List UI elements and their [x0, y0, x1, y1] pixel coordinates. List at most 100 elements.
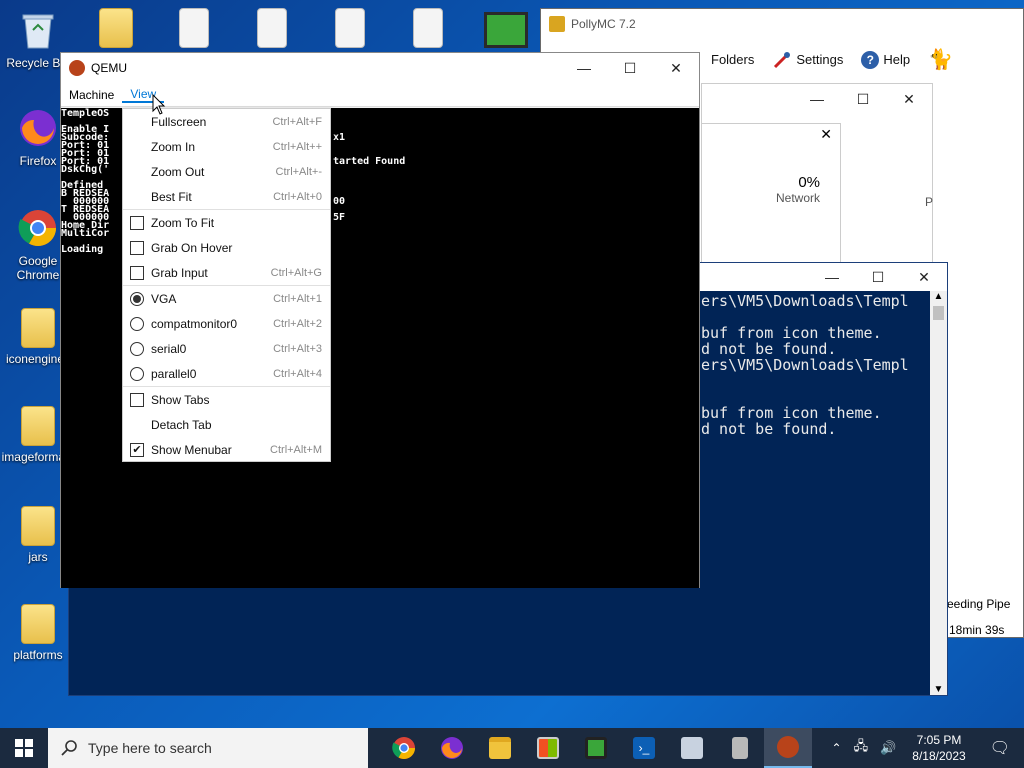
menu-item-label: serial0 [151, 341, 187, 356]
scroll-down-icon[interactable]: ▼ [930, 684, 947, 695]
menu-item-zoom-in[interactable]: Zoom In Ctrl+Alt++ [123, 134, 330, 159]
menu-item-shortcut: Ctrl+Alt+0 [273, 190, 322, 203]
menu-item-shortcut: Ctrl+Alt+M [270, 443, 322, 456]
notification-icon[interactable]: 🗨 [976, 738, 1024, 758]
menu-item-label: Grab Input [151, 265, 208, 280]
vm-console-line: Loading [61, 244, 110, 255]
menu-item-grab-input[interactable]: Grab Input Ctrl+Alt+G [123, 260, 330, 285]
taskbar-file-explorer[interactable] [476, 728, 524, 768]
menu-item-shortcut: Ctrl+Alt+- [275, 165, 322, 178]
taskbar-chrome[interactable] [380, 728, 428, 768]
menu-item-shortcut: Ctrl+Alt+G [270, 266, 322, 279]
menu-item-best-fit[interactable]: Best Fit Ctrl+Alt+0 [123, 184, 330, 209]
desktop-file-icon[interactable] [156, 8, 232, 52]
menu-indicator [123, 366, 151, 381]
network-tray-icon[interactable]: 🖧 [848, 737, 875, 759]
taskbar-search-box[interactable]: Type here to search [48, 728, 368, 768]
menu-item-shortcut: Ctrl+Alt++ [272, 140, 322, 153]
menu-item-label: Detach Tab [151, 417, 212, 432]
menu-item-vga[interactable]: VGA Ctrl+Alt+1 [123, 286, 330, 311]
menu-item-serial0[interactable]: serial0 Ctrl+Alt+3 [123, 336, 330, 361]
menu-item-zoom-out[interactable]: Zoom Out Ctrl+Alt+- [123, 159, 330, 184]
close-button[interactable]: ✕ [886, 84, 932, 114]
settings-button[interactable]: Settings [772, 50, 843, 70]
checkbox-icon [130, 265, 144, 280]
windows-icon [15, 739, 33, 757]
pollymc-title: PollyMC 7.2 [571, 17, 636, 31]
settings-file-icon [335, 8, 365, 48]
taskbar-powershell[interactable]: ›_ [620, 728, 668, 768]
volume-icon[interactable]: 🔊 [874, 740, 902, 756]
taskbar-qemu[interactable] [764, 728, 812, 768]
close-button[interactable]: ✕ [901, 262, 947, 292]
minimize-button[interactable]: — [809, 262, 855, 292]
recycle-bin-icon [16, 8, 60, 52]
settings-icon [774, 51, 791, 68]
clock[interactable]: 7:05 PM 8/18/2023 [902, 732, 975, 764]
help-label: Help [883, 52, 911, 67]
pollymc-icon [585, 737, 607, 759]
taskbar-pollymc[interactable] [572, 728, 620, 768]
desktop-app-icon[interactable] [468, 8, 544, 56]
maximize-button[interactable]: ☐ [855, 262, 901, 292]
desktop-file-icon[interactable] [234, 8, 310, 52]
radio-icon [130, 341, 144, 356]
folders-button[interactable]: Folders [711, 52, 754, 67]
desktop-file-icon[interactable] [312, 8, 388, 52]
powershell-line: buf from icon theme. [701, 324, 882, 342]
qemu-icon [777, 736, 799, 758]
taskbar-store[interactable] [524, 728, 572, 768]
network-percent: 0% [798, 174, 820, 191]
minimize-button[interactable]: — [561, 53, 607, 83]
help-button[interactable]: ? Help [861, 50, 911, 69]
vm-console-right-3: 5F [333, 212, 346, 223]
menu-indicator [123, 316, 151, 331]
menu-item-grab-on-hover[interactable]: Grab On Hover [123, 235, 330, 260]
store-icon [537, 737, 559, 759]
taskbar-network[interactable] [668, 728, 716, 768]
search-icon [61, 740, 77, 756]
menu-item-zoom-to-fit[interactable]: Zoom To Fit [123, 210, 330, 235]
powershell-line [701, 309, 909, 325]
network-icon [681, 737, 703, 759]
menu-item-label: Zoom Out [151, 164, 205, 179]
clock-time: 7:05 PM [916, 733, 962, 747]
menu-item-show-menubar[interactable]: ✔ Show Menubar Ctrl+Alt+M [123, 437, 330, 462]
close-button[interactable]: ✕ [653, 53, 699, 83]
scrollbar[interactable]: ▲ ▼ [930, 291, 947, 695]
desktop-icon-platforms[interactable]: platforms [0, 604, 76, 662]
start-button[interactable] [0, 728, 48, 768]
vm-console-line: TempleOS [61, 108, 110, 119]
archive-icon [732, 737, 748, 759]
desktop-file-icon[interactable] [78, 8, 154, 52]
menu-item-show-tabs[interactable]: Show Tabs [123, 387, 330, 412]
chrome-icon [392, 737, 415, 759]
scroll-up-icon[interactable]: ▲ [930, 291, 947, 302]
menu-machine[interactable]: Machine [61, 88, 122, 102]
taskbar-archive[interactable] [716, 728, 764, 768]
scroll-thumb[interactable] [933, 306, 944, 320]
taskbar: Type here to search ›_ ⌃ 🖧 🔊 7:05 PM 8/1… [0, 728, 1024, 768]
desktop-file-icon[interactable] [390, 8, 466, 52]
menu-item-label: parallel0 [151, 366, 197, 381]
powershell-output: ers\VM5\Downloads\Templ buf from icon the… [701, 293, 909, 437]
minimize-button[interactable]: — [794, 84, 840, 114]
powershell-line: ers\VM5\Downloads\Templ [701, 356, 909, 374]
menu-item-parallel0[interactable]: parallel0 Ctrl+Alt+4 [123, 361, 330, 386]
chevron-up-icon[interactable]: ⌃ [826, 741, 848, 755]
maximize-button[interactable]: ☐ [607, 53, 653, 83]
menu-item-compatmonitor0[interactable]: compatmonitor0 Ctrl+Alt+2 [123, 311, 330, 336]
pollymc-icon [484, 8, 528, 52]
settings-label: Settings [796, 52, 844, 67]
qemu-logo-icon [69, 60, 85, 76]
file-explorer-icon [489, 737, 511, 759]
menu-item-label: compatmonitor0 [151, 316, 238, 331]
vm-console-left: TempleOS Enable I Subcode: Port: 01 Port: 01… [61, 108, 110, 255]
maximize-button[interactable]: ☐ [840, 84, 886, 114]
menu-item-detach-tab[interactable]: Detach Tab [123, 412, 330, 437]
close-icon[interactable]: ✕ [702, 124, 840, 145]
radio-selected-icon [130, 291, 144, 306]
taskbar-firefox[interactable] [428, 728, 476, 768]
menu-indicator [123, 341, 151, 356]
cat-icon[interactable]: 🐈 [928, 47, 953, 72]
